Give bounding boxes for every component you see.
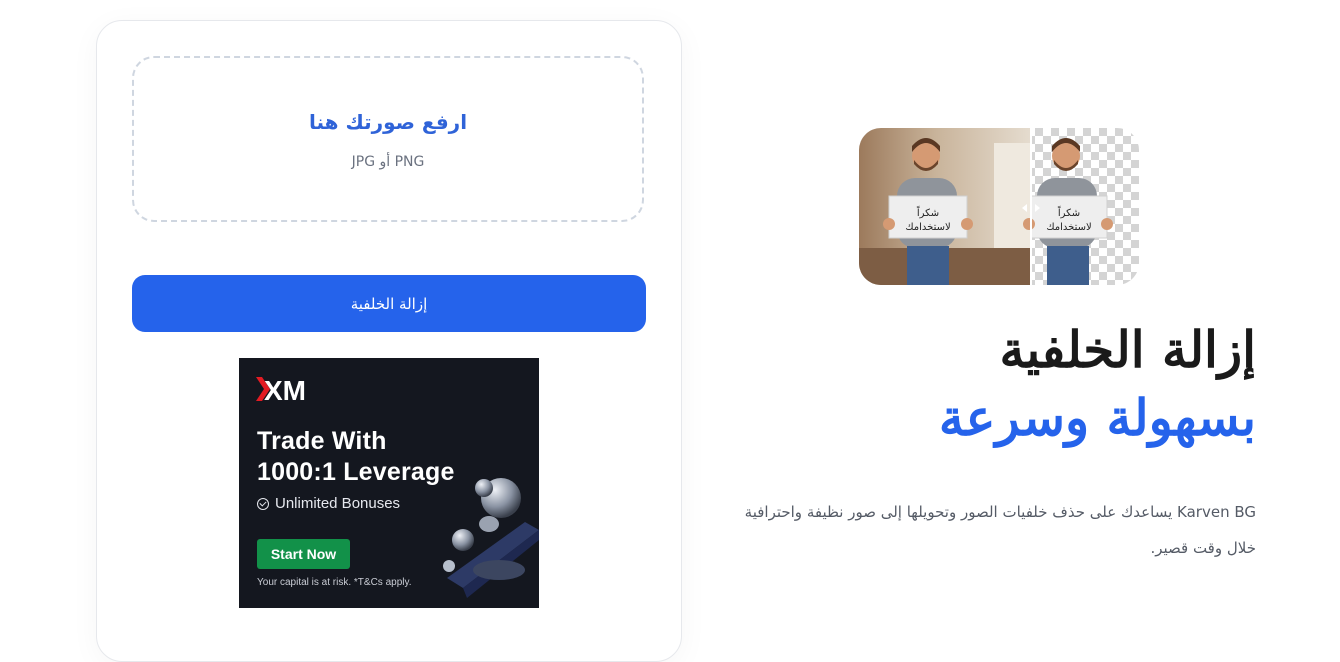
upload-formats: PNG أو JPG bbox=[351, 154, 425, 170]
ad-brand: XM bbox=[264, 375, 306, 405]
compare-divider bbox=[1030, 128, 1032, 285]
before-after-image: شكراً لاستخدامك شكراً لاستخدامك bbox=[859, 128, 1139, 285]
sign-line-2-left: لاستخدامك bbox=[905, 222, 950, 233]
ad-bonus-label: Unlimited Bonuses bbox=[275, 495, 401, 512]
ad-headline-line-1: Trade With bbox=[257, 427, 387, 455]
hero-heading: إزالة الخلفية بسهولة وسرعة bbox=[939, 316, 1256, 452]
hero-description: Karven BG يساعدك على حذف خلفيات الصور وت… bbox=[744, 503, 1256, 557]
ad-banner[interactable]: XM Trade With 1000:1 Leverage Unlimited … bbox=[239, 358, 539, 608]
upload-title: ارفع صورتك هنا bbox=[308, 110, 468, 134]
hero-title-line-2: بسهولة وسرعة bbox=[938, 388, 1256, 447]
coins-illustration bbox=[443, 478, 539, 598]
sign-line-2-right: لاستخدامك bbox=[1046, 222, 1091, 233]
remove-background-button[interactable]: إزالة الخلفية bbox=[132, 275, 646, 332]
ad-start-now-button[interactable]: Start Now bbox=[257, 539, 350, 569]
ad-bonus: Unlimited Bonuses bbox=[257, 495, 400, 512]
ad-disclaimer: Your capital is at risk. *T&Cs apply. bbox=[257, 577, 412, 588]
hero-title-line-1: إزالة الخلفية bbox=[999, 320, 1256, 379]
before-after-svg: شكراً لاستخدامك شكراً لاستخدامك bbox=[859, 128, 1139, 285]
upload-dropzone[interactable]: ارفع صورتك هنا PNG أو JPG bbox=[132, 56, 644, 222]
check-circle-icon bbox=[257, 497, 269, 510]
xm-logo: XM bbox=[256, 375, 306, 405]
